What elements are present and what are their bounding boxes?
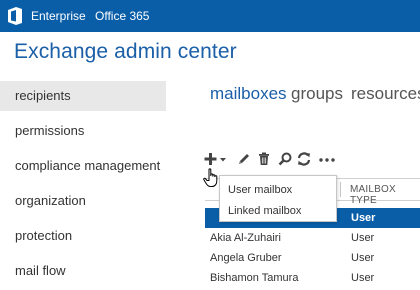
table-row[interactable]: Akia Al-Zuhairi User [205,229,420,249]
hand-cursor-icon [203,168,220,188]
column-separator [340,182,341,197]
topbar-link-office-365[interactable]: Office 365 [95,9,149,23]
topbar-link-enterprise[interactable]: Enterprise [31,9,86,23]
sidebar-item-mail-flow[interactable]: mail flow [0,256,166,286]
refresh-icon[interactable] [296,151,312,167]
more-icon[interactable] [318,151,336,167]
cell-display-name: Akia Al-Zuhairi [210,232,281,244]
menu-item-user-mailbox[interactable]: User mailbox [228,184,292,196]
sidebar-item-compliance-management[interactable]: compliance management [0,151,166,181]
edit-icon[interactable] [236,151,252,167]
sidebar-item-permissions[interactable]: permissions [0,116,166,146]
tab-mailboxes[interactable]: mailboxes [210,84,287,104]
delete-icon[interactable] [256,151,272,167]
cell-mailbox-type: User [351,212,376,224]
sidebar-item-recipients[interactable]: recipients [0,81,166,111]
cell-display-name: Angela Gruber [210,252,282,264]
cell-mailbox-type: User [351,272,375,284]
chevron-down-icon [220,158,226,162]
office-logo-icon[interactable] [5,6,25,26]
tab-groups[interactable]: groups [291,84,343,104]
sidebar-item-protection[interactable]: protection [0,221,166,251]
table-row[interactable]: Angela Gruber User [205,249,420,269]
cell-mailbox-type: User [351,252,375,264]
tab-resources[interactable]: resources [351,84,420,104]
cell-mailbox-type: User [351,232,375,244]
sidebar-item-organization[interactable]: organization [0,186,166,216]
cell-display-name: Bishamon Tamura [210,272,299,284]
table-row[interactable]: Bishamon Tamura User [205,269,420,289]
page-title: Exchange admin center [14,40,237,63]
add-dropdown-menu: User mailbox Linked mailbox [219,175,337,222]
add-button[interactable] [203,151,231,167]
top-bar: Enterprise Office 365 [0,0,420,32]
menu-item-linked-mailbox[interactable]: Linked mailbox [228,205,301,217]
search-icon[interactable] [277,151,293,167]
add-icon [204,153,217,165]
column-header-mailbox-type[interactable]: MAILBOX TYPE [350,184,420,206]
